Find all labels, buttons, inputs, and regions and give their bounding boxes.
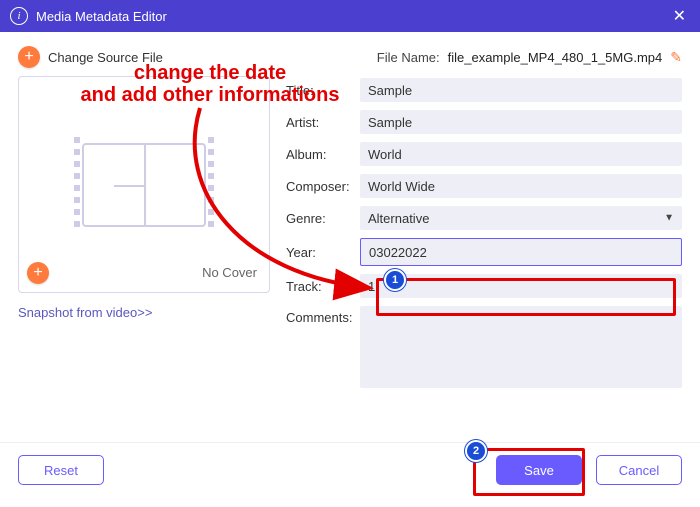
row-title: Title: (286, 78, 682, 102)
artist-label: Artist: (286, 115, 354, 130)
file-name-label: File Name: (377, 50, 440, 65)
row-track: Track: (286, 274, 682, 298)
comments-input[interactable] (360, 306, 682, 388)
year-input[interactable] (360, 238, 682, 266)
album-input[interactable] (360, 142, 682, 166)
row-year: Year: (286, 238, 682, 266)
row-genre: Genre: ▼ (286, 206, 682, 230)
change-source-add-button[interactable]: + (18, 46, 40, 68)
snapshot-from-video-link[interactable]: Snapshot from video>> (18, 305, 268, 320)
top-row: + Change Source File File Name: file_exa… (18, 46, 682, 68)
window-title: Media Metadata Editor (36, 9, 167, 24)
save-button[interactable]: Save (496, 455, 582, 485)
cancel-button[interactable]: Cancel (596, 455, 682, 485)
comments-label: Comments: (286, 306, 354, 325)
file-name-value: file_example_MP4_480_1_5MG.mp4 (448, 50, 663, 65)
metadata-form: Title: Artist: Album: Composer: Genre: (286, 76, 682, 442)
change-source-label[interactable]: Change Source File (48, 50, 163, 65)
title-label: Title: (286, 83, 354, 98)
main-area: + No Cover Snapshot from video>> Title: … (18, 76, 682, 442)
cover-preview: + No Cover (18, 76, 270, 293)
film-placeholder-icon (82, 143, 206, 227)
window-body: + Change Source File File Name: file_exa… (0, 32, 700, 507)
genre-label: Genre: (286, 211, 354, 226)
footer: Reset Save Cancel (0, 442, 700, 497)
title-input[interactable] (360, 78, 682, 102)
edit-filename-icon[interactable]: ✎ (670, 49, 682, 66)
track-input[interactable] (360, 274, 682, 298)
row-artist: Artist: (286, 110, 682, 134)
app-window: i Media Metadata Editor ✕ + Change Sourc… (0, 0, 700, 507)
titlebar: i Media Metadata Editor ✕ (0, 0, 700, 32)
album-label: Album: (286, 147, 354, 162)
no-cover-label: No Cover (202, 265, 257, 280)
genre-select[interactable] (360, 206, 682, 230)
close-button[interactable]: ✕ (669, 6, 690, 26)
track-label: Track: (286, 279, 354, 294)
cover-column: + No Cover Snapshot from video>> (18, 76, 268, 442)
reset-button[interactable]: Reset (18, 455, 104, 485)
row-album: Album: (286, 142, 682, 166)
info-icon: i (10, 7, 28, 25)
add-cover-button[interactable]: + (27, 262, 49, 284)
composer-input[interactable] (360, 174, 682, 198)
artist-input[interactable] (360, 110, 682, 134)
row-composer: Composer: (286, 174, 682, 198)
composer-label: Composer: (286, 179, 354, 194)
year-label: Year: (286, 245, 354, 260)
row-comments: Comments: (286, 306, 682, 388)
